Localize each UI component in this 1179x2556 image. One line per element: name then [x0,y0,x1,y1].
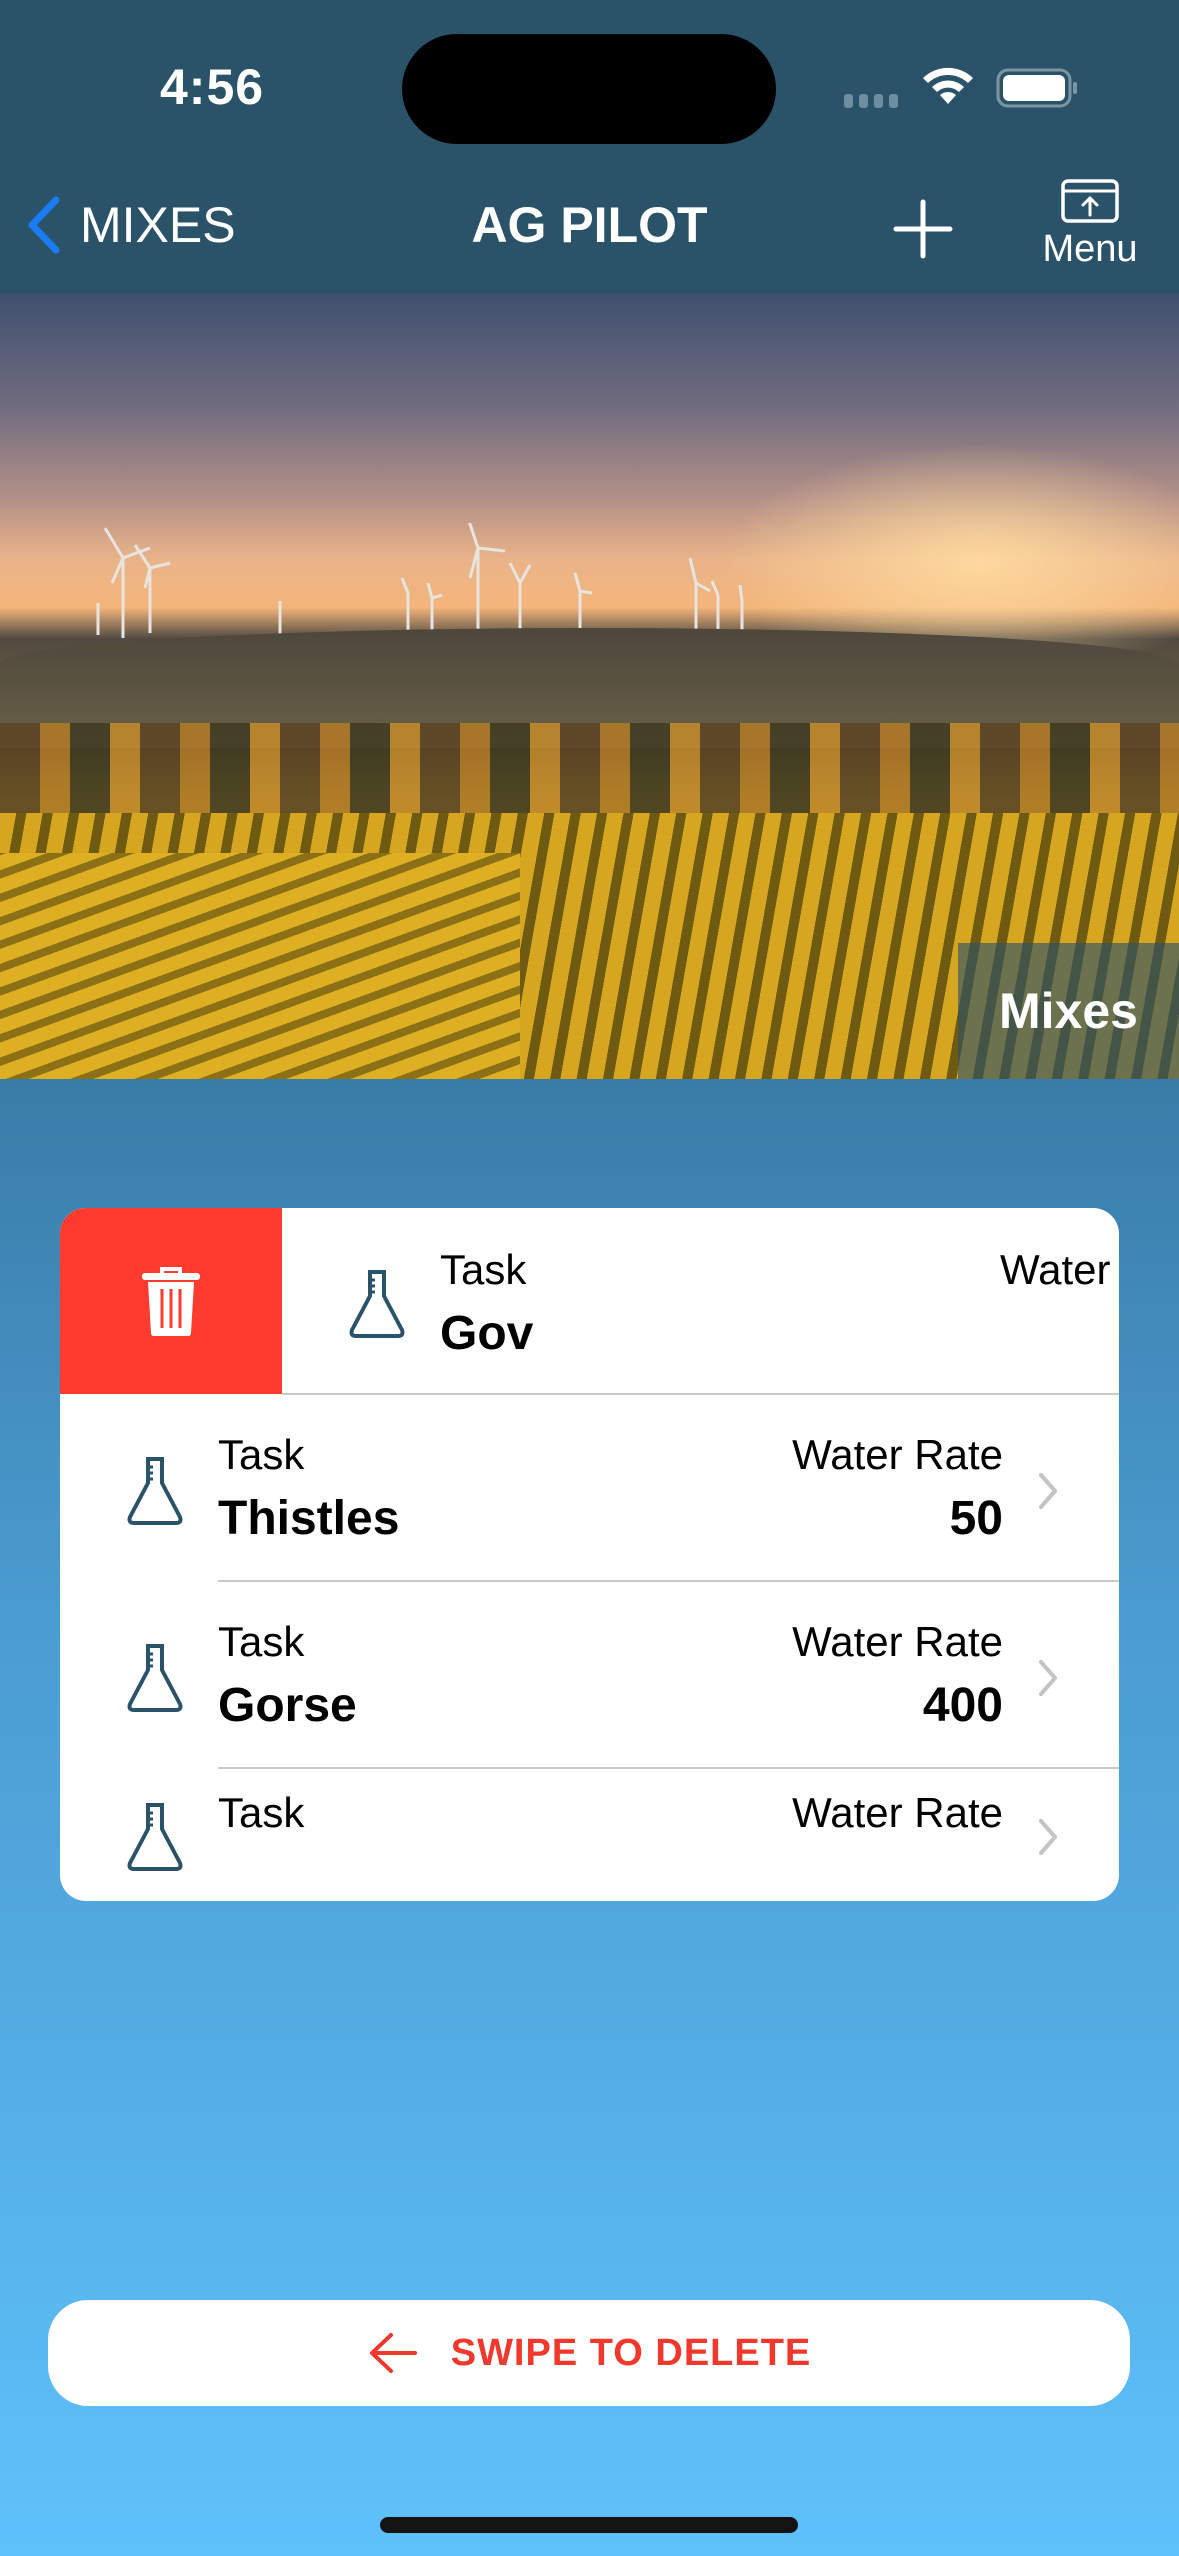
chevron-right-icon [1039,1660,1057,1696]
arrow-left-icon [369,2333,417,2373]
dynamic-island [402,34,776,144]
wifi-icon [923,67,973,104]
water-rate-label: Water [1000,1246,1111,1293]
task-label: Task [218,1618,305,1665]
list-item[interactable]: Task Water Rate [60,1769,1119,1901]
water-rate-value: 50 [949,1492,1003,1545]
swipe-to-delete-button[interactable]: SWIPE TO DELETE [48,2300,1130,2406]
status-time: 4:56 [160,59,265,115]
hero-image: Mixes [0,293,1179,1079]
water-rate-label: Water Rate [792,1789,1003,1836]
wind-turbines [96,523,744,638]
flask-icon [127,1803,183,1871]
back-button[interactable]: MIXES [24,196,236,254]
hero-badge-label: Mixes [999,983,1138,1039]
flask-icon [127,1457,183,1525]
list-item-gov[interactable]: Task Gov Water [60,1208,1119,1394]
cellular-signal-icon [844,94,898,108]
back-label: MIXES [80,197,236,253]
home-indicator[interactable] [380,2517,798,2533]
hero-badge: Mixes [958,943,1179,1079]
flask-icon [349,1270,405,1338]
task-name: Gov [440,1307,534,1360]
navigation-bar: 4:56 MIXES AG PILOT Menu [0,0,1179,293]
task-name: Gorse [218,1679,357,1732]
water-rate-label: Water Rate [792,1618,1003,1665]
share-upload-icon [1061,179,1119,223]
menu-label: Menu [1042,228,1138,270]
task-name: Thistles [218,1492,400,1545]
task-label: Task [218,1431,305,1478]
chevron-left-icon [28,196,60,254]
chevron-right-icon [1039,1473,1057,1509]
task-label: Task [440,1246,527,1293]
list-item-thistles[interactable]: Task Thistles Water Rate 50 [60,1395,1119,1581]
chevron-right-icon [1039,1819,1057,1855]
flask-icon [127,1644,183,1712]
task-label: Task [218,1789,305,1836]
swipe-to-delete-label: SWIPE TO DELETE [450,2331,812,2374]
add-button[interactable] [890,196,956,262]
water-rate-value: 400 [922,1679,1003,1732]
battery-icon [996,68,1077,108]
list-item-gorse[interactable]: Task Gorse Water Rate 400 [60,1582,1119,1768]
water-rate-label: Water Rate [792,1431,1003,1478]
mix-list: Task Gov Water Task Thistles Water Rate … [60,1208,1119,1901]
menu-button[interactable]: Menu [1024,178,1156,278]
